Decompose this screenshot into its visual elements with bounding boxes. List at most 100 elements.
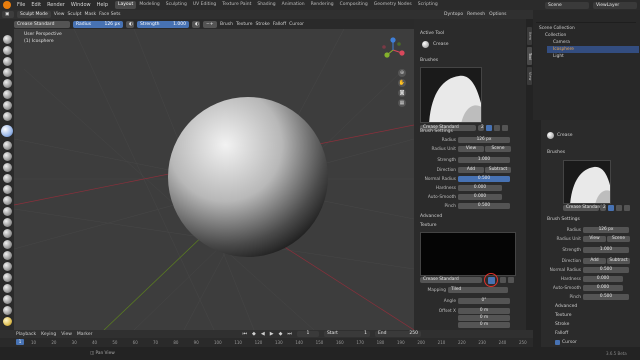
strength-field[interactable]: 1.000 <box>583 247 629 253</box>
elastic-deform-brush-icon[interactable] <box>3 218 12 227</box>
keying-menu[interactable]: Keying <box>41 332 56 337</box>
brush-users-count[interactable]: 2 <box>478 125 484 131</box>
grab-brush-icon[interactable] <box>3 207 12 216</box>
zoom-icon[interactable]: ⊕ <box>398 69 406 77</box>
outliner-item-camera[interactable]: Camera <box>553 40 570 45</box>
pinch-brush-icon[interactable] <box>3 196 12 205</box>
pinch-field[interactable]: 0.500 <box>458 203 510 209</box>
tab-shading[interactable]: Shading <box>254 1 278 9</box>
pressure-radius-icon[interactable]: ◐ <box>126 20 134 28</box>
duplicate-brush-icon[interactable] <box>616 205 622 211</box>
unlink-brush-icon[interactable] <box>502 125 508 131</box>
tab-scripting[interactable]: Scripting <box>415 1 441 9</box>
texture-fake-user-shield-icon[interactable] <box>487 276 495 284</box>
tab-tool[interactable]: Tool <box>527 47 532 65</box>
outliner-item-collection[interactable]: Collection <box>545 33 566 38</box>
start-frame-field[interactable]: Start 1 <box>323 331 370 337</box>
cursor-subpanel[interactable]: Cursor <box>562 340 577 345</box>
offset-x-field[interactable]: 0 m <box>458 308 510 314</box>
brush-preview-thumbnail[interactable] <box>563 160 611 204</box>
radius-field[interactable]: Radius 126 px <box>73 20 123 28</box>
texture-unlink-icon[interactable] <box>508 277 514 283</box>
brushes-header[interactable]: Brushes <box>547 150 565 155</box>
blender-logo-icon[interactable] <box>3 1 11 9</box>
brush-settings-header[interactable]: Brush Settings <box>420 129 453 134</box>
3d-viewport[interactable]: User Perspective (1) Icosphere ⊕ ✋ ◙ ▦ <box>14 29 414 330</box>
menu-face-sets[interactable]: Face Sets <box>99 12 120 17</box>
prev-key-icon[interactable]: ◆ <box>252 331 256 337</box>
blob-brush-icon[interactable] <box>3 112 12 121</box>
angle-field[interactable]: 0° <box>458 298 510 304</box>
direction-add-option[interactable]: Add <box>583 258 606 264</box>
clay-brush-icon[interactable] <box>3 57 12 66</box>
clay-thumb-brush-icon[interactable] <box>3 79 12 88</box>
play-icon[interactable]: ▶ <box>270 331 274 337</box>
brush-name-field[interactable]: Crease Standard <box>563 205 602 211</box>
tab-sculpting[interactable]: Sculpting <box>163 1 190 9</box>
draw-sharp-brush-icon[interactable] <box>3 46 12 55</box>
inflate-brush-icon[interactable] <box>3 101 12 110</box>
dyntopo-menu[interactable]: Dyntopo <box>444 12 463 17</box>
menu-render[interactable]: Render <box>44 2 68 8</box>
draw-brush-icon[interactable] <box>3 35 12 44</box>
fake-user-shield-icon[interactable] <box>608 205 614 211</box>
mask-brush-icon[interactable] <box>3 317 12 326</box>
menu-help[interactable]: Help <box>94 2 111 8</box>
fake-user-shield-icon[interactable] <box>486 125 492 131</box>
playhead[interactable]: 1 <box>16 339 24 345</box>
grid-view-icon[interactable]: ▦ <box>398 99 406 107</box>
cursor-checkbox[interactable] <box>555 340 560 345</box>
layer-brush-icon[interactable] <box>3 90 12 99</box>
scrape-brush-icon[interactable] <box>3 174 12 183</box>
radius-field[interactable]: 126 px <box>458 137 510 143</box>
outliner-item-icosphere[interactable]: Icosphere <box>553 47 574 52</box>
auto-smooth-field[interactable]: 0.000 <box>458 194 502 200</box>
strength-field[interactable]: 1.000 <box>458 157 510 163</box>
brush-users-count[interactable]: 2 <box>600 205 606 211</box>
offset-z-field[interactable]: 0 m <box>458 322 510 328</box>
texture-duplicate-icon[interactable] <box>500 277 506 283</box>
pose-brush-icon[interactable] <box>3 251 12 260</box>
crease-brush-icon[interactable] <box>1 125 13 137</box>
current-frame-field[interactable]: 1 <box>296 331 319 337</box>
texture-dropdown[interactable]: Texture <box>236 22 252 27</box>
jump-end-icon[interactable]: ⏭ <box>287 331 292 337</box>
menu-view[interactable]: View <box>54 12 65 17</box>
tab-layout[interactable]: Layout <box>115 1 137 9</box>
duplicate-brush-icon[interactable] <box>494 125 500 131</box>
tab-texture-paint[interactable]: Texture Paint <box>219 1 254 9</box>
hardness-field[interactable]: 0.000 <box>458 185 502 191</box>
nudge-brush-icon[interactable] <box>3 262 12 271</box>
menu-edit[interactable]: Edit <box>28 2 44 8</box>
pressure-strength-icon[interactable]: ◐ <box>192 20 200 28</box>
scene-collection-label[interactable]: Scene Collection <box>539 26 575 31</box>
menu-sculpt[interactable]: Sculpt <box>67 12 81 17</box>
brush-dropdown[interactable]: Brush <box>220 22 233 27</box>
hardness-field[interactable]: 0.000 <box>583 276 623 282</box>
direction-subtract-option[interactable]: Subtract <box>485 167 511 173</box>
radius-unit-scene-option[interactable]: Scene <box>485 146 511 152</box>
timeline-ruler[interactable]: 1 10 20 30 40 50 60 70 80 90 100 110 120 130 140 150 16… <box>0 338 533 347</box>
multiplane-scrape-brush-icon[interactable] <box>3 185 12 194</box>
brush-settings-header[interactable]: Brush Settings <box>547 217 580 222</box>
playback-menu[interactable]: Playback <box>16 332 36 337</box>
falloff-dropdown[interactable]: Falloff <box>273 22 286 27</box>
editor-type-icon[interactable]: ▣ <box>2 11 14 18</box>
camera-view-icon[interactable]: ◙ <box>398 89 406 97</box>
navigation-gizmo[interactable] <box>378 35 408 65</box>
options-menu[interactable]: Options <box>489 12 506 17</box>
radius-unit-view-option[interactable]: View <box>458 146 484 152</box>
marker-menu[interactable]: Marker <box>77 332 93 337</box>
fill-brush-icon[interactable] <box>3 163 12 172</box>
tab-view[interactable]: View <box>527 67 532 85</box>
view-menu[interactable]: View <box>61 332 72 337</box>
cursor-dropdown[interactable]: Cursor <box>289 22 304 27</box>
tab-compositing[interactable]: Compositing <box>337 1 371 9</box>
play-reverse-icon[interactable]: ◀ <box>261 331 265 337</box>
pinch-field[interactable]: 0.500 <box>583 294 629 300</box>
radius-field[interactable]: 126 px <box>583 227 629 233</box>
normal-radius-field[interactable]: 0.500 <box>583 267 629 273</box>
texture-subpanel[interactable]: Texture <box>555 313 571 318</box>
stroke-subpanel[interactable]: Stroke <box>555 322 569 327</box>
radius-unit-view-option[interactable]: View <box>583 236 606 242</box>
